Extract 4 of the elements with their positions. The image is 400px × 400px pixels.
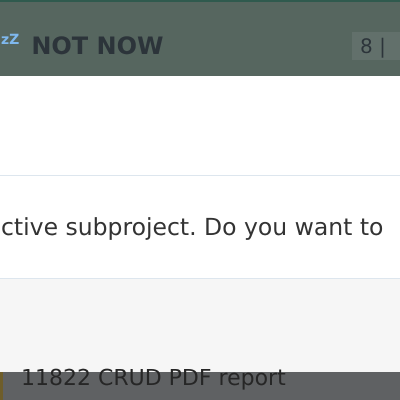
snooze-glyph: zZ [1, 32, 20, 48]
count-badge: 8 | [352, 32, 400, 60]
dialog-message: ctive subproject. Do you want to [1, 213, 384, 241]
task-label: 11822 CRUD PDF report [21, 368, 286, 390]
